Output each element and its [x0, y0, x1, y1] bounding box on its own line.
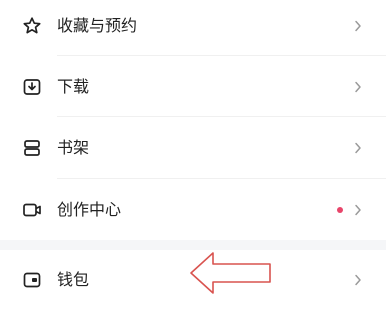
menu-item-favorites[interactable]: 收藏与预约	[0, 4, 386, 48]
menu-item-creator-center[interactable]: 创作中心	[0, 188, 386, 232]
notification-dot	[337, 207, 343, 213]
chevron-right-icon	[354, 274, 362, 286]
menu-item-label: 钱包	[57, 270, 90, 289]
chevron-right-icon	[354, 204, 362, 216]
menu-item-label: 下载	[57, 77, 90, 96]
divider	[57, 178, 386, 179]
menu-item-label: 书架	[57, 138, 90, 157]
download-icon	[22, 77, 42, 97]
menu-item-label: 收藏与预约	[57, 16, 138, 35]
menu-item-bookshelf[interactable]: 书架	[0, 126, 386, 170]
divider	[57, 55, 386, 56]
section-separator	[0, 240, 386, 250]
divider	[57, 116, 386, 117]
chevron-right-icon	[354, 142, 362, 154]
menu-item-download[interactable]: 下载	[0, 65, 386, 109]
video-camera-icon	[22, 200, 42, 220]
annotation-arrow-icon	[190, 252, 271, 294]
star-icon	[22, 16, 42, 36]
wallet-icon	[22, 270, 42, 290]
bookshelf-icon	[22, 138, 42, 158]
chevron-right-icon	[354, 81, 362, 93]
menu-item-label: 创作中心	[57, 200, 122, 219]
chevron-right-icon	[354, 20, 362, 32]
